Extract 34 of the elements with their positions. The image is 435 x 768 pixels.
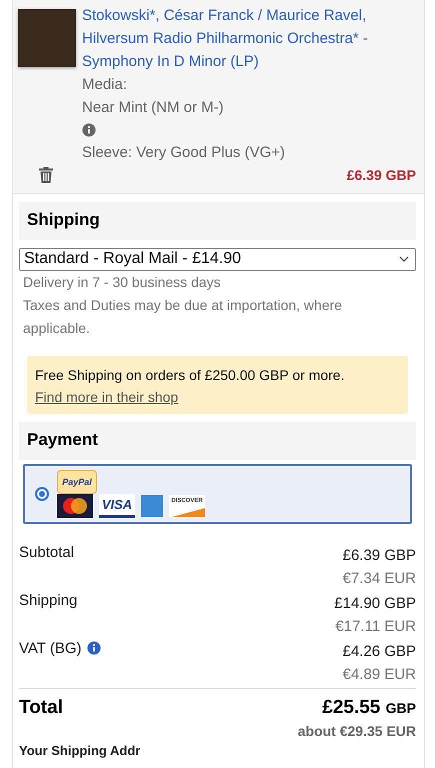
- card-logo: [141, 495, 163, 517]
- mastercard-logo: [57, 494, 93, 518]
- info-icon[interactable]: [86, 641, 101, 655]
- total-amount: £25.55 GBP: [322, 697, 416, 719]
- converted-amount: €7.34 EUR: [342, 569, 416, 589]
- converted-amount: €17.11 EUR: [335, 617, 416, 637]
- item-price: £6.39 GBP: [346, 167, 416, 183]
- free-shipping-text: Free Shipping on orders of £250.00 GBP or more.: [35, 366, 346, 385]
- radio-button[interactable]: [35, 487, 49, 501]
- summary-label: VAT (BG): [19, 640, 82, 657]
- taxes-note: Taxes and Duties may be due at importation, where applicable.: [22, 296, 344, 338]
- trash-icon[interactable]: [39, 167, 53, 183]
- shipping-method-dropdown[interactable]: Standard - Royal Mail - £14.90: [19, 248, 416, 271]
- payment-heading: Payment: [19, 422, 416, 460]
- summary-amount: £6.39 GBP: [342, 546, 416, 566]
- converted-total: about €29.35 EUR: [298, 723, 416, 739]
- summary-label: Subtotal: [19, 544, 74, 561]
- shop-link[interactable]: Find more in their shop: [35, 389, 178, 405]
- sleeve-condition: Sleeve: Very Good Plus (VG+): [82, 143, 286, 163]
- delivery-time: Delivery in 7 - 30 business days: [22, 273, 222, 292]
- shipping-address-heading: Your Shipping Addr: [19, 743, 142, 758]
- summary-label: Shipping: [19, 592, 78, 609]
- summary-amount: £4.26 GBP: [342, 642, 416, 662]
- media-condition: Near Mint (NM or M-): [82, 98, 225, 118]
- release-title-link[interactable]: Stokowski*, César Franck / Maurice Ravel, Hilversum Radio Philharmonic Orchestra* - Symphony In D Minor (LP): [82, 4, 416, 73]
- shipping-heading: Shipping: [19, 202, 416, 240]
- converted-amount: €4.89 EUR: [342, 665, 416, 685]
- info-icon[interactable]: [82, 123, 96, 137]
- media-label: Media:: [82, 75, 128, 95]
- visa-logo: VISA: [99, 494, 135, 518]
- caret-icon: [399, 256, 409, 262]
- summary-amount: £14.90 GBP: [334, 594, 416, 614]
- total-label: Total: [19, 697, 63, 720]
- paypal-logo: PayPal: [57, 470, 97, 494]
